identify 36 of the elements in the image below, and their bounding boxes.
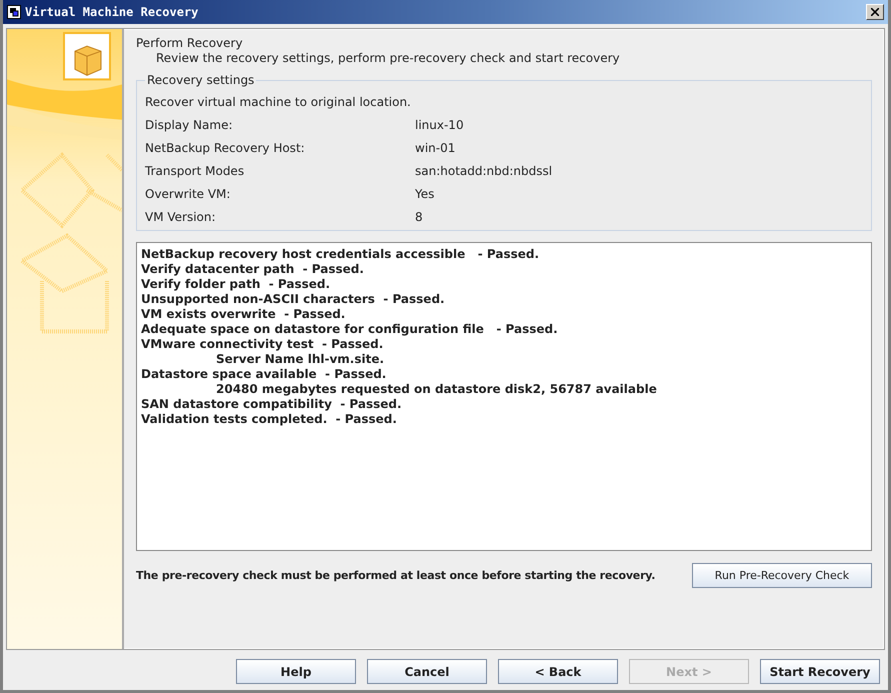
- log-line: VMware connectivity test - Passed.: [141, 337, 384, 352]
- log-line: 20480 megabytes requested on datastore disk2, 56787 available: [215, 382, 658, 397]
- setting-value: win-01: [415, 141, 456, 155]
- close-icon: [871, 8, 879, 16]
- log-line: SAN datastore compatibility - Passed.: [141, 397, 403, 412]
- log-line: Verify datacenter path - Passed.: [141, 262, 365, 277]
- setting-value: linux-10: [415, 118, 465, 132]
- dialog-button[interactable]: Help: [236, 659, 356, 684]
- summary-text: Recover virtual machine to original location.: [145, 95, 412, 109]
- run-check-button[interactable]: Run Pre-Recovery Check: [692, 563, 872, 588]
- setting-label: Display Name:: [145, 118, 234, 132]
- dialog-button[interactable]: Cancel: [367, 659, 487, 684]
- setting-label: Overwrite VM:: [145, 187, 232, 201]
- log-line: Unsupported non-ASCII characters - Passed.: [141, 292, 446, 307]
- dialog-button[interactable]: Start Recovery: [760, 659, 880, 684]
- log-line: Validation tests completed. - Passed.: [141, 412, 398, 427]
- check-note: The pre-recovery check must be performed at least once before starting the recovery.: [136, 569, 656, 582]
- panel-legend: Recovery settings: [145, 73, 256, 87]
- log-line: Datastore space available - Passed.: [141, 367, 388, 382]
- log-line: Adequate space on datastore for configuration file - Passed.: [141, 322, 559, 337]
- setting-label: VM Version:: [145, 210, 217, 224]
- page-title: Perform Recovery: [136, 36, 244, 50]
- log-line: Verify folder path - Passed.: [141, 277, 332, 292]
- setting-label: NetBackup Recovery Host:: [145, 141, 306, 155]
- setting-value: 8: [415, 210, 424, 224]
- page-subtitle: Review the recovery settings, perform pre-recovery check and start recovery: [156, 51, 621, 65]
- log-line: VM exists overwrite - Passed.: [141, 307, 346, 322]
- setting-value: Yes: [415, 187, 436, 201]
- window-icon: [7, 5, 21, 19]
- log-line: Server Name lhl-vm.site.: [215, 352, 386, 367]
- close-button[interactable]: [866, 4, 884, 20]
- dialog-button[interactable]: < Back: [498, 659, 618, 684]
- window-title: Virtual Machine Recovery: [25, 5, 200, 19]
- setting-value: san:hotadd:nbd:nbdssl: [415, 164, 554, 178]
- log-line: NetBackup recovery host credentials accessible - Passed.: [141, 247, 540, 262]
- setting-label: Transport Modes: [145, 164, 246, 178]
